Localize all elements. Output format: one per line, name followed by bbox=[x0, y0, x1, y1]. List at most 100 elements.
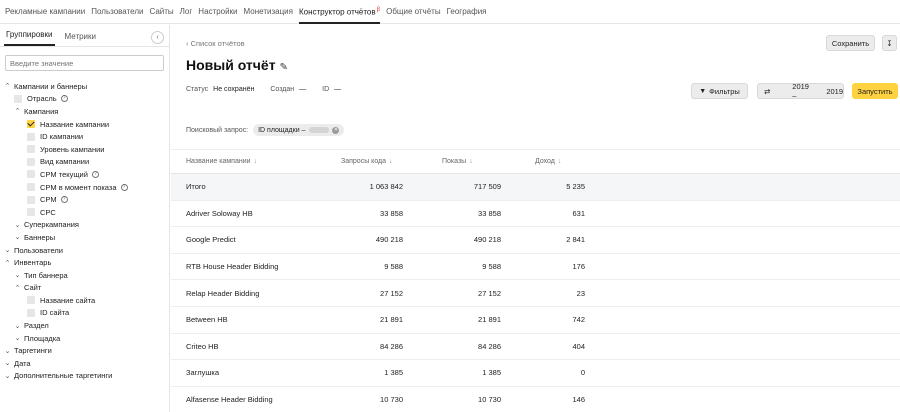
edit-title-icon[interactable]: ✎ bbox=[280, 62, 288, 73]
table-row[interactable]: Заглушка 1 385 1 385 0 bbox=[171, 359, 900, 387]
tree-item-label: Название кампании bbox=[40, 119, 110, 129]
checkbox[interactable] bbox=[27, 170, 35, 179]
cell-name: Заглушка bbox=[171, 359, 311, 387]
nav-item[interactable]: География bbox=[447, 7, 487, 16]
checkbox[interactable] bbox=[14, 94, 22, 103]
help-icon[interactable]: ? bbox=[91, 170, 99, 178]
chevron-up-icon[interactable]: ⌃ bbox=[4, 82, 11, 90]
checkbox[interactable] bbox=[27, 208, 35, 217]
tree-item-label: Раздел bbox=[24, 321, 49, 331]
checkbox[interactable] bbox=[27, 308, 35, 317]
table-row[interactable]: Google Predict 490 218 490 218 2 841 bbox=[171, 226, 900, 254]
tree-item[interactable]: ⌃ Кампании и баннеры bbox=[0, 80, 170, 93]
cell-shows: 10 730 bbox=[403, 386, 501, 412]
filter-chip[interactable]: ID площадки – ✕ bbox=[253, 124, 345, 136]
column-header[interactable]: Доход ↓ bbox=[501, 149, 585, 174]
tab-metrics[interactable]: Метрики bbox=[63, 32, 99, 46]
column-header[interactable]: Название кампании ↓ bbox=[171, 149, 311, 174]
tree-item[interactable]: CPM в момент показа? bbox=[0, 181, 170, 194]
tree-item[interactable]: Отрасль? bbox=[0, 93, 170, 106]
checkbox[interactable] bbox=[27, 157, 35, 166]
groupings-search-input[interactable] bbox=[5, 55, 164, 71]
remove-chip-icon[interactable]: ✕ bbox=[332, 126, 340, 134]
tree-item[interactable]: CPC bbox=[0, 206, 170, 219]
chevron-down-icon[interactable]: ⌄ bbox=[4, 372, 11, 380]
chevron-down-icon[interactable]: ⌄ bbox=[4, 347, 11, 355]
help-icon[interactable]: ? bbox=[60, 196, 68, 204]
filters-button[interactable]: ▼ Фильтры bbox=[691, 83, 748, 99]
sort-icon[interactable]: ↓ bbox=[558, 158, 562, 165]
collapse-panel-icon[interactable]: ‹ bbox=[151, 31, 164, 44]
cell-requests: 84 286 bbox=[311, 333, 403, 361]
sort-icon[interactable]: ↓ bbox=[469, 158, 473, 165]
checkbox[interactable] bbox=[27, 195, 35, 204]
tree-item[interactable]: ID сайта bbox=[0, 307, 170, 320]
chevron-up-icon[interactable]: ⌃ bbox=[14, 284, 21, 292]
nav-item[interactable]: Общие отчёты bbox=[386, 7, 441, 16]
tree-item[interactable]: Вид кампании bbox=[0, 156, 170, 169]
chevron-down-icon[interactable]: ⌄ bbox=[14, 322, 21, 330]
nav-item[interactable]: Монетизация bbox=[244, 7, 293, 16]
nav-item[interactable]: Сайты bbox=[149, 7, 173, 16]
help-icon[interactable]: ? bbox=[120, 183, 128, 191]
tree-item[interactable]: ⌄ Дополнительные таргетинги bbox=[0, 370, 170, 383]
tree-item[interactable]: Название кампании bbox=[0, 118, 170, 131]
tree-item[interactable]: ⌄ Баннеры bbox=[0, 231, 170, 244]
chevron-up-icon[interactable]: ⌃ bbox=[14, 107, 21, 115]
tree-item[interactable]: ⌄ Пользователи bbox=[0, 244, 170, 257]
chevron-down-icon[interactable]: ⌄ bbox=[4, 359, 11, 367]
tree-item[interactable]: ⌃ Инвентарь bbox=[0, 256, 170, 269]
tree-item[interactable]: ⌄ Раздел bbox=[0, 319, 170, 332]
tree-item[interactable]: ⌄ Дата bbox=[0, 357, 170, 370]
tree-item-label: CPM bbox=[40, 195, 57, 205]
checkbox[interactable] bbox=[27, 296, 35, 305]
column-header[interactable]: Запросы кода ↓ bbox=[311, 149, 403, 174]
tree-item[interactable]: ⌄ Суперкампания bbox=[0, 219, 170, 232]
sort-icon[interactable]: ↓ bbox=[389, 158, 393, 165]
save-button[interactable]: Сохранить bbox=[826, 35, 875, 51]
tree-item[interactable]: CPM? bbox=[0, 193, 170, 206]
chevron-down-icon[interactable]: ⌄ bbox=[14, 221, 21, 229]
chevron-down-icon[interactable]: ⌄ bbox=[14, 271, 21, 279]
chevron-down-icon[interactable]: ⌄ bbox=[14, 233, 21, 241]
tree-item[interactable]: ⌄ Площадка bbox=[0, 332, 170, 345]
period-picker[interactable]: ⇄ 2019 – 2019 bbox=[757, 82, 844, 100]
download-icon[interactable]: ↧ bbox=[882, 35, 897, 51]
chevron-up-icon[interactable]: ⌃ bbox=[4, 259, 11, 267]
table-row[interactable]: Adriver Soloway HB 33 858 33 858 631 bbox=[171, 200, 900, 228]
nav-item[interactable]: Рекламные кампании bbox=[5, 7, 85, 16]
table-row[interactable]: Criteo HB 84 286 84 286 404 bbox=[171, 333, 900, 361]
checkbox[interactable] bbox=[27, 120, 35, 129]
sort-icon[interactable]: ↓ bbox=[254, 158, 258, 165]
table-row[interactable]: RTB House Header Bidding 9 588 9 588 176 bbox=[171, 253, 900, 281]
tree-item[interactable]: ⌃ Сайт bbox=[0, 282, 170, 295]
tree-item-label: Дополнительные таргетинги bbox=[14, 371, 113, 381]
panel-tabs: Группировки Метрики ‹ bbox=[0, 25, 169, 47]
run-button[interactable]: Запустить bbox=[852, 83, 898, 99]
tree-item[interactable]: Название сайта bbox=[0, 294, 170, 307]
checkbox[interactable] bbox=[27, 132, 35, 141]
checkbox[interactable] bbox=[27, 145, 35, 154]
table-row[interactable]: Alfasense Header Bidding 10 730 10 730 146 bbox=[171, 386, 900, 412]
nav-item[interactable]: Лог bbox=[180, 7, 193, 16]
nav-item[interactable]: Пользователи bbox=[91, 7, 143, 16]
tree-item[interactable]: ⌄ Тип баннера bbox=[0, 269, 170, 282]
table-row[interactable]: Between HB 21 891 21 891 742 bbox=[171, 306, 900, 334]
cell-requests: 9 588 bbox=[311, 253, 403, 281]
tab-groupings[interactable]: Группировки bbox=[4, 30, 55, 46]
tree-item[interactable]: Уровень кампании bbox=[0, 143, 170, 156]
chevron-down-icon[interactable]: ⌄ bbox=[4, 246, 11, 254]
checkbox[interactable] bbox=[27, 183, 35, 192]
tree-item[interactable]: ID кампании bbox=[0, 130, 170, 143]
column-header[interactable]: Показы ↓ bbox=[403, 149, 501, 174]
tree-item[interactable]: CPM текущий? bbox=[0, 168, 170, 181]
tree-item[interactable]: ⌃ Кампания bbox=[0, 105, 170, 118]
nav-item[interactable]: Конструктор отчётовβ bbox=[298, 0, 381, 25]
chevron-down-icon[interactable]: ⌄ bbox=[14, 334, 21, 342]
nav-item[interactable]: Настройки bbox=[198, 7, 237, 16]
help-icon[interactable]: ? bbox=[60, 95, 68, 103]
table-row[interactable]: Relap Header Bidding 27 152 27 152 23 bbox=[171, 279, 900, 307]
tree-item[interactable]: ⌄ Таргетинги bbox=[0, 344, 170, 357]
tree-item-label: CPM в момент показа bbox=[40, 182, 117, 192]
back-to-reports-link[interactable]: ‹ Список отчётов bbox=[186, 39, 245, 48]
